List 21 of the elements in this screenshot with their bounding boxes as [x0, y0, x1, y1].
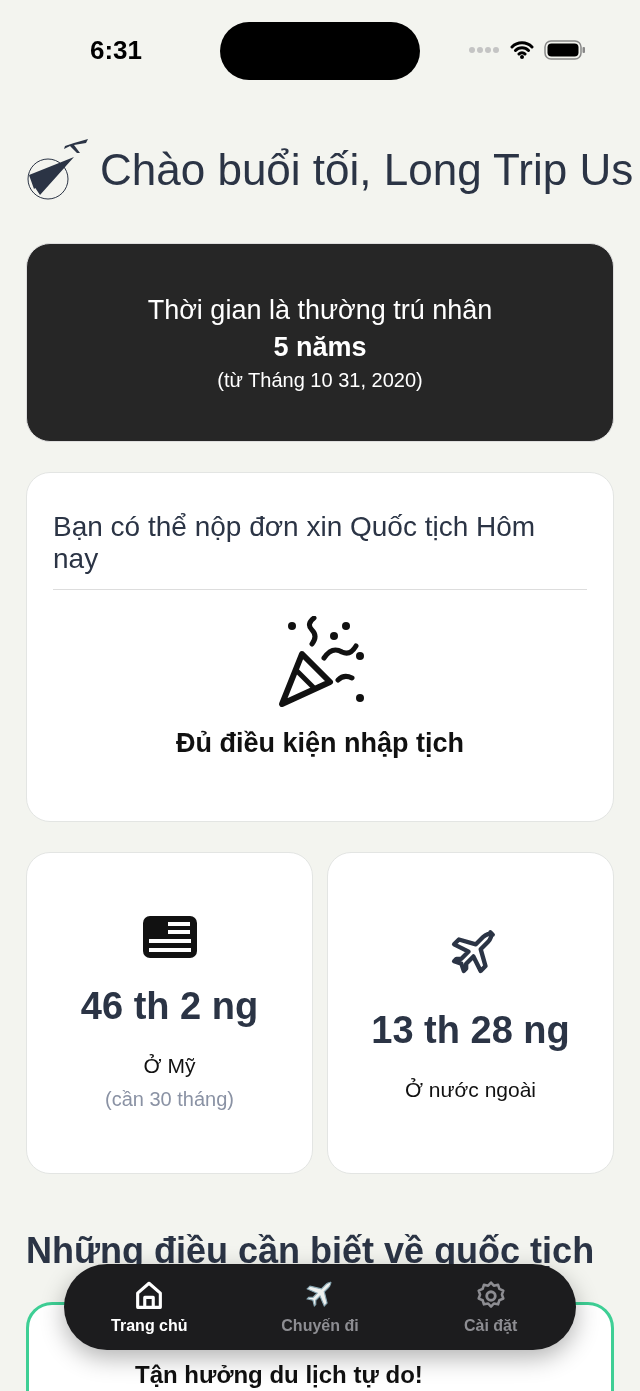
- eligibility-status: Đủ điều kiện nhập tịch: [176, 728, 464, 759]
- tab-item[interactable]: Chuyến đi: [250, 1279, 390, 1335]
- residency-label: Thời gian là thường trú nhân: [147, 295, 493, 326]
- stat-value: 46 th 2 ng: [80, 985, 259, 1028]
- stat-value: 13 th 28 ng: [371, 1008, 570, 1052]
- section-title: Những điều cần biết về quốc tịch: [26, 1230, 596, 1272]
- residency-since-date: (từ Tháng 10 31, 2020): [217, 369, 423, 392]
- info-title: Tận hưởng du lịch tự do!: [135, 1361, 423, 1388]
- greeting-title: Chào buổi tối, Long Trip Us: [100, 145, 634, 195]
- status-time: 6:31: [90, 34, 143, 66]
- tab-item[interactable]: Trang chủ: [79, 1279, 220, 1335]
- stat-label: Ở nước ngoài: [404, 1077, 537, 1102]
- wifi-icon: [510, 41, 534, 59]
- tab-item[interactable]: Cài đặt: [420, 1279, 561, 1335]
- signal-icon: [468, 46, 500, 54]
- battery-icon: [544, 40, 586, 60]
- stat-note: (cần 30 tháng): [105, 1088, 234, 1111]
- flag-icon: [141, 915, 198, 959]
- residency-duration: 5 năms: [273, 332, 367, 363]
- stat-label: Ở Mỹ: [143, 1054, 196, 1078]
- eligibility-title: Bạn có thể nộp đơn xin Quốc tịch Hôm nay: [53, 511, 537, 575]
